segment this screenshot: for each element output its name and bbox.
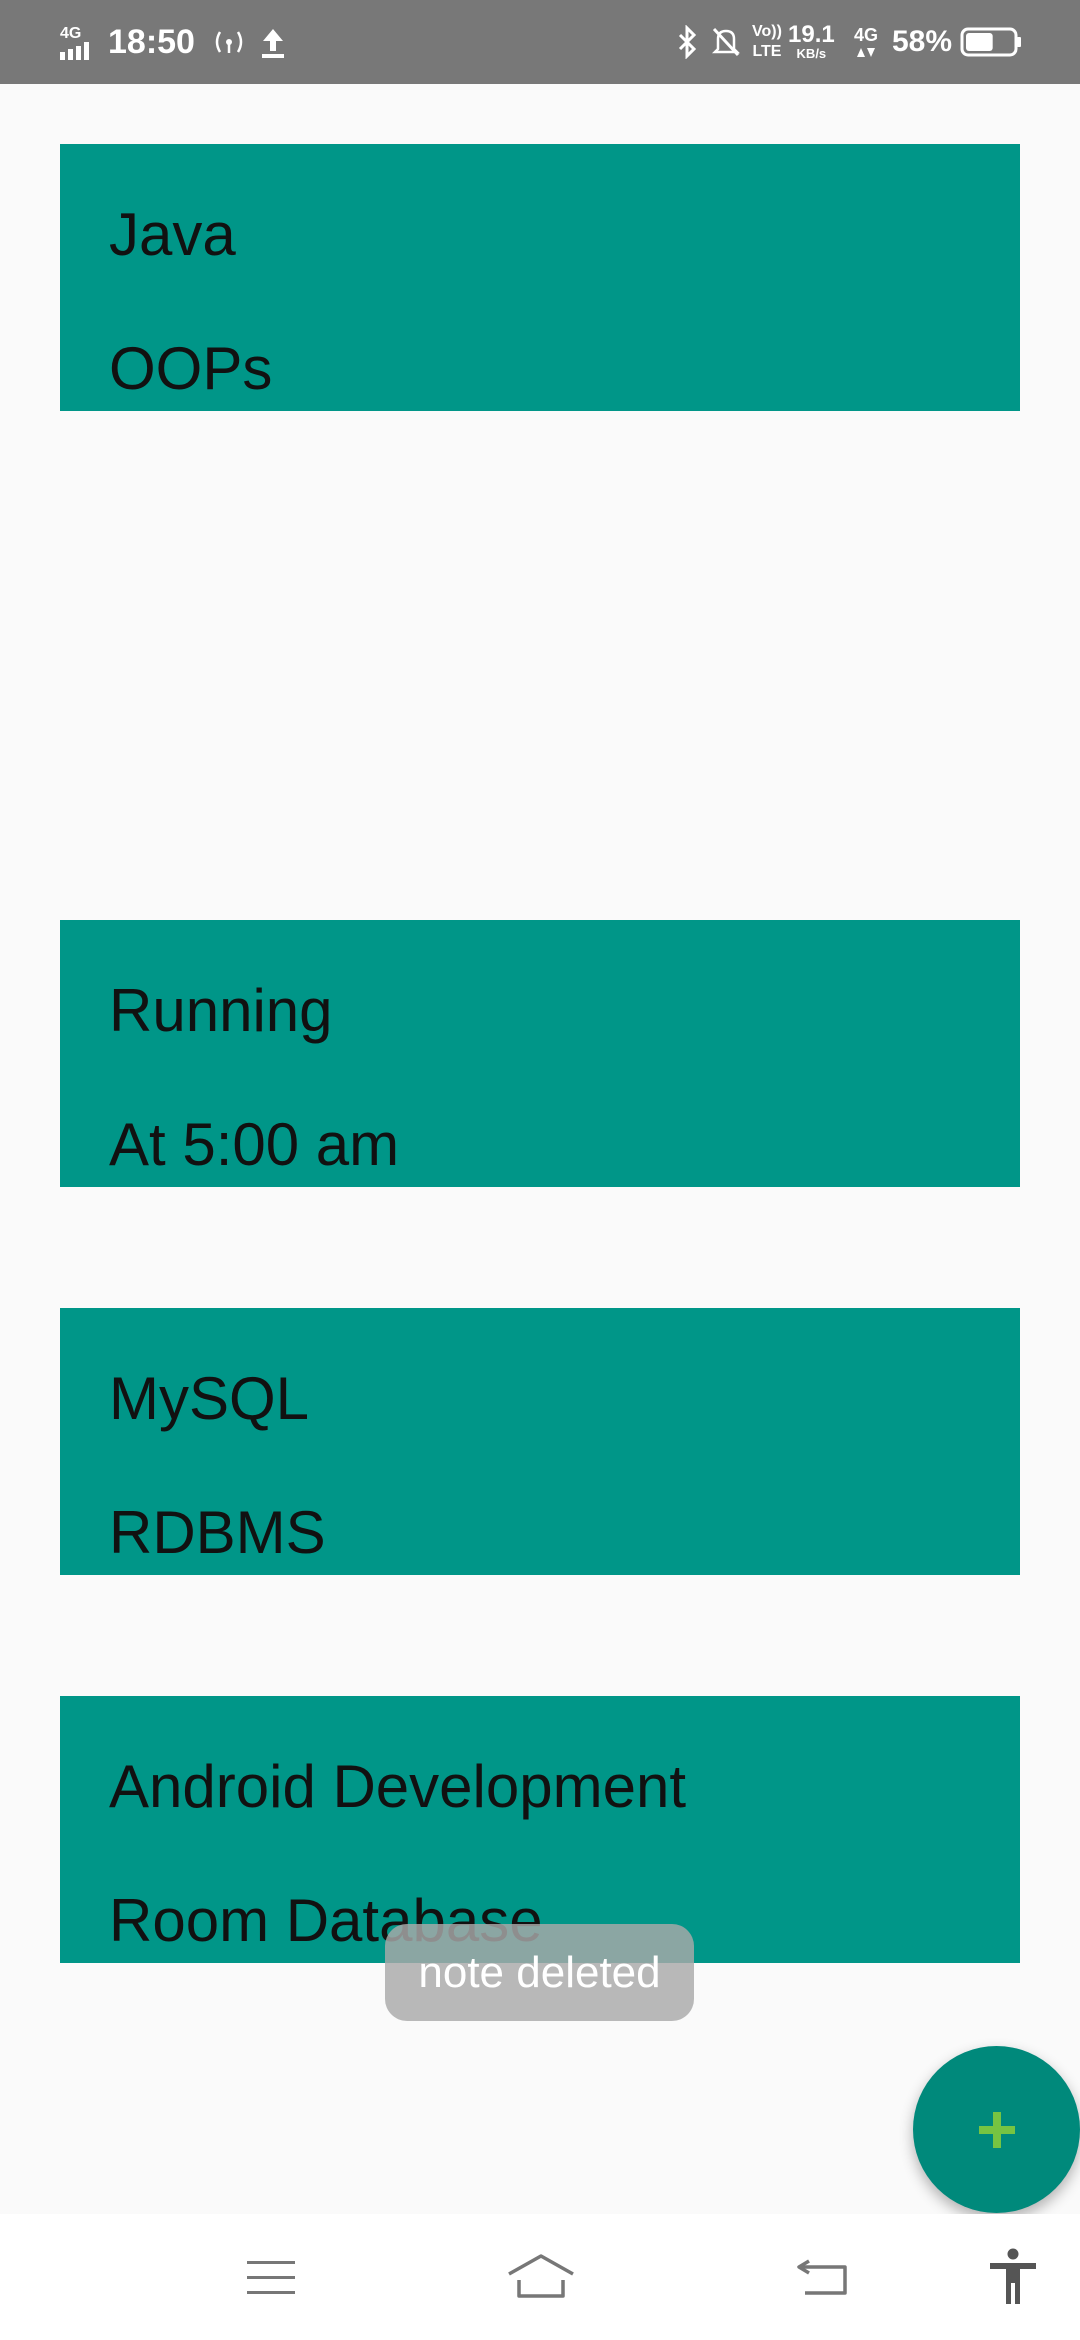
accessibility-icon	[990, 2248, 1036, 2304]
notes-list[interactable]: Java OOPs Running At 5:00 am MySQL RDBMS…	[0, 84, 1080, 2214]
battery-icon	[960, 0, 1024, 84]
note-card[interactable]: Android Development Room Database	[60, 1696, 1020, 1963]
status-bar: 4G 18:50 Vo)) LTE 19.1 KB/s 4G 58%	[0, 0, 1080, 84]
note-description: RDBMS	[109, 1499, 326, 1566]
add-note-button[interactable]	[913, 2046, 1080, 2213]
plus-icon	[978, 2111, 1015, 2148]
home-button[interactable]	[476, 2214, 606, 2340]
home-icon	[508, 2254, 574, 2298]
volte-label-top: Vo))	[752, 23, 782, 40]
data-speed: 19.1 KB/s	[788, 0, 835, 84]
battery-percent: 58%	[892, 25, 953, 58]
toast-message: note deleted	[385, 1924, 694, 2021]
volte-label-bottom: LTE	[752, 43, 782, 60]
mute-icon	[710, 0, 742, 84]
bluetooth-icon	[676, 0, 700, 84]
network-type-label: 4G	[60, 25, 81, 42]
menu-button[interactable]	[206, 2214, 336, 2340]
upload-icon	[258, 0, 288, 84]
back-icon	[797, 2259, 847, 2295]
note-card[interactable]: MySQL RDBMS	[60, 1308, 1020, 1575]
note-card[interactable]: Running At 5:00 am	[60, 920, 1020, 1187]
network-type-2: 4G	[854, 25, 879, 45]
menu-icon	[247, 2261, 295, 2294]
note-title: Running	[109, 977, 333, 1044]
note-description: OOPs	[109, 335, 273, 402]
back-button[interactable]	[758, 2214, 888, 2340]
navigation-bar	[0, 2214, 1080, 2340]
status-time: 18:50	[108, 22, 195, 61]
note-card[interactable]: Java OOPs	[60, 144, 1020, 411]
volte-icon: Vo)) LTE	[752, 0, 782, 84]
hotspot-icon	[212, 0, 246, 84]
note-title: Android Development	[109, 1753, 687, 1820]
data-arrows-icon: 4G	[854, 0, 878, 84]
data-speed-unit: KB/s	[796, 46, 827, 61]
note-title: MySQL	[109, 1365, 310, 1432]
signal-icon: 4G	[58, 0, 96, 84]
note-title: Java	[109, 201, 236, 268]
note-description: At 5:00 am	[109, 1111, 400, 1178]
data-speed-value: 19.1	[788, 21, 835, 48]
accessibility-button[interactable]	[948, 2214, 1078, 2340]
